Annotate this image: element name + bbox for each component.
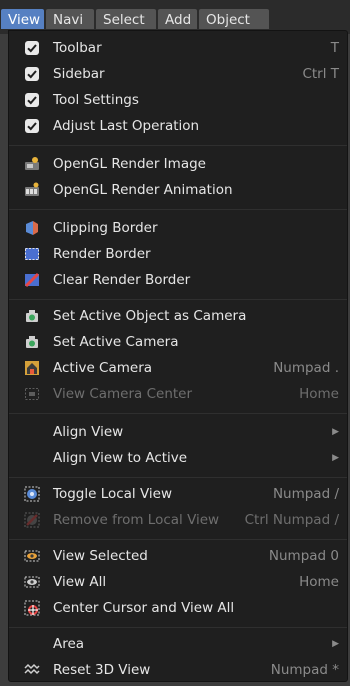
checkbox-checked-icon[interactable] (25, 67, 39, 81)
clipping-border-icon (26, 221, 38, 235)
submenu-arrow-icon: ▶ (332, 453, 339, 463)
checkbox-checked-icon[interactable] (25, 93, 39, 107)
tab-add[interactable]: Add (157, 8, 198, 30)
shortcut-label: Numpad . (273, 360, 339, 376)
view-menu: Toolbar T Sidebar Ctrl T Tool Settings A… (8, 30, 348, 682)
menu-item-view-camera-center[interactable]: View Camera Center Home (9, 382, 347, 406)
menu-label: Clipping Border (53, 220, 158, 236)
menu-label: Align View (53, 424, 124, 440)
menu-label: View Selected (53, 548, 148, 564)
center-cursor-icon (24, 600, 40, 616)
menu-item-align-view[interactable]: Align View ▶ (9, 420, 347, 444)
menu-item-set-active-object-camera[interactable]: Set Active Object as Camera (9, 304, 347, 328)
reset-view-icon (24, 663, 40, 675)
menu-item-clipping-border[interactable]: Clipping Border (9, 216, 347, 240)
menu-separator (9, 299, 347, 300)
menu-separator (9, 477, 347, 478)
shortcut-label: Home (299, 386, 339, 402)
active-camera-icon (25, 361, 39, 375)
menu-label: View All (53, 574, 107, 590)
menu-separator (9, 539, 347, 540)
camera-icon (26, 310, 38, 322)
menu-item-center-cursor-view-all[interactable]: Center Cursor and View All (9, 596, 347, 620)
menu-label: Set Active Camera (53, 334, 179, 350)
menu-item-sidebar[interactable]: Sidebar Ctrl T (9, 62, 347, 86)
menu-item-view-all[interactable]: View All Home (9, 570, 347, 594)
menu-item-active-camera[interactable]: Active Camera Numpad . (9, 356, 347, 380)
render-image-icon (25, 157, 39, 170)
menu-label: Remove from Local View (53, 512, 220, 528)
tab-select[interactable]: Select (95, 8, 157, 30)
menu-label: Clear Render Border (53, 272, 191, 288)
submenu-arrow-icon: ▶ (332, 427, 339, 437)
menu-label: Active Camera (53, 360, 153, 376)
menu-item-opengl-render-animation[interactable]: OpenGL Render Animation (9, 178, 347, 202)
menu-item-remove-from-local-view[interactable]: Remove from Local View Ctrl Numpad / (9, 508, 347, 532)
menu-item-area[interactable]: Area ▶ (9, 632, 347, 656)
menu-label: Toggle Local View (53, 486, 173, 502)
shortcut-label: Numpad * (270, 662, 339, 678)
menu-label: View Camera Center (53, 386, 193, 402)
tab-view[interactable]: View (0, 8, 45, 30)
menu-item-tool-settings[interactable]: Tool Settings (9, 88, 347, 112)
checkbox-checked-icon[interactable] (25, 119, 39, 133)
render-border-icon (25, 248, 39, 260)
menu-label: Sidebar (53, 66, 105, 82)
remove-local-icon (24, 512, 40, 528)
menu-label: Tool Settings (53, 92, 139, 108)
menu-item-clear-render-border[interactable]: Clear Render Border (9, 268, 347, 292)
menu-item-set-active-camera[interactable]: Set Active Camera (9, 330, 347, 354)
menu-item-reset-3d-view[interactable]: Reset 3D View Numpad * (9, 658, 347, 682)
menu-item-opengl-render-image[interactable]: OpenGL Render Image (9, 152, 347, 176)
camera-center-icon (25, 388, 39, 400)
menu-label: Center Cursor and View All (53, 600, 235, 616)
render-animation-icon (25, 182, 39, 196)
view-selected-icon (24, 550, 40, 562)
menu-item-render-border[interactable]: Render Border (9, 242, 347, 266)
menu-item-align-view-to-active[interactable]: Align View to Active ▶ (9, 446, 347, 470)
menu-separator (9, 627, 347, 628)
menu-item-toggle-local-view[interactable]: Toggle Local View Numpad / (9, 482, 347, 506)
menu-separator (9, 209, 347, 210)
menu-separator (9, 145, 347, 146)
shortcut-label: Ctrl T (302, 66, 339, 82)
menu-label: Render Border (53, 246, 151, 262)
menu-label: Set Active Object as Camera (53, 308, 247, 324)
menu-label: Toolbar (53, 40, 102, 56)
menu-label: Reset 3D View (53, 662, 151, 678)
shortcut-label: Numpad / (272, 486, 339, 502)
camera-icon (26, 336, 38, 348)
menu-item-adjust-last-operation[interactable]: Adjust Last Operation (9, 114, 347, 138)
menu-item-view-selected[interactable]: View Selected Numpad 0 (9, 544, 347, 568)
menu-label: Align View to Active (53, 450, 188, 466)
clear-border-icon (24, 272, 40, 288)
view-all-icon (24, 576, 40, 588)
shortcut-label: Ctrl Numpad / (244, 512, 339, 528)
local-view-icon (24, 486, 40, 502)
menu-label: Area (53, 636, 85, 652)
tab-navigation[interactable]: Navi (45, 8, 95, 30)
menu-separator (9, 413, 347, 414)
shortcut-label: T (330, 40, 339, 56)
tab-object[interactable]: Object (198, 8, 270, 30)
shortcut-label: Numpad 0 (268, 548, 339, 564)
submenu-arrow-icon: ▶ (332, 639, 339, 649)
shortcut-label: Home (299, 574, 339, 590)
header-tab-bar: View Navi Select Add Object (0, 0, 350, 34)
checkbox-checked-icon[interactable] (25, 41, 39, 55)
menu-label: Adjust Last Operation (53, 118, 200, 134)
menu-item-toolbar[interactable]: Toolbar T (9, 36, 347, 60)
menu-label: OpenGL Render Image (53, 156, 206, 172)
menu-label: OpenGL Render Animation (53, 182, 233, 198)
